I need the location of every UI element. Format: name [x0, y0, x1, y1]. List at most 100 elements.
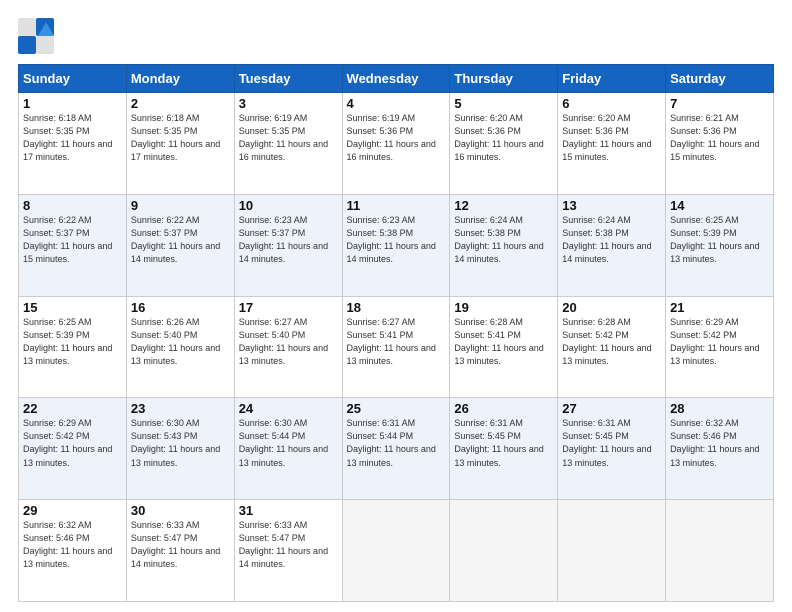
- day-info: Sunrise: 6:24 AM Sunset: 5:38 PM Dayligh…: [454, 214, 553, 266]
- day-info: Sunrise: 6:19 AM Sunset: 5:36 PM Dayligh…: [347, 112, 446, 164]
- day-number: 7: [670, 96, 769, 111]
- calendar-day-cell: 7 Sunrise: 6:21 AM Sunset: 5:36 PM Dayli…: [666, 93, 774, 195]
- calendar-table: SundayMondayTuesdayWednesdayThursdayFrid…: [18, 64, 774, 602]
- calendar-day-cell: 14 Sunrise: 6:25 AM Sunset: 5:39 PM Dayl…: [666, 194, 774, 296]
- calendar-day-cell: 26 Sunrise: 6:31 AM Sunset: 5:45 PM Dayl…: [450, 398, 558, 500]
- day-info: Sunrise: 6:23 AM Sunset: 5:38 PM Dayligh…: [347, 214, 446, 266]
- calendar-day-cell: [666, 500, 774, 602]
- calendar-day-cell: 19 Sunrise: 6:28 AM Sunset: 5:41 PM Dayl…: [450, 296, 558, 398]
- day-info: Sunrise: 6:21 AM Sunset: 5:36 PM Dayligh…: [670, 112, 769, 164]
- calendar-day-cell: 31 Sunrise: 6:33 AM Sunset: 5:47 PM Dayl…: [234, 500, 342, 602]
- day-info: Sunrise: 6:22 AM Sunset: 5:37 PM Dayligh…: [23, 214, 122, 266]
- day-info: Sunrise: 6:27 AM Sunset: 5:41 PM Dayligh…: [347, 316, 446, 368]
- calendar-day-cell: 25 Sunrise: 6:31 AM Sunset: 5:44 PM Dayl…: [342, 398, 450, 500]
- calendar-header-row: SundayMondayTuesdayWednesdayThursdayFrid…: [19, 65, 774, 93]
- day-number: 29: [23, 503, 122, 518]
- day-of-week-header: Wednesday: [342, 65, 450, 93]
- calendar-week-row: 22 Sunrise: 6:29 AM Sunset: 5:42 PM Dayl…: [19, 398, 774, 500]
- day-number: 28: [670, 401, 769, 416]
- calendar-day-cell: 27 Sunrise: 6:31 AM Sunset: 5:45 PM Dayl…: [558, 398, 666, 500]
- calendar-day-cell: 20 Sunrise: 6:28 AM Sunset: 5:42 PM Dayl…: [558, 296, 666, 398]
- day-info: Sunrise: 6:27 AM Sunset: 5:40 PM Dayligh…: [239, 316, 338, 368]
- calendar-week-row: 8 Sunrise: 6:22 AM Sunset: 5:37 PM Dayli…: [19, 194, 774, 296]
- day-number: 13: [562, 198, 661, 213]
- calendar-day-cell: [342, 500, 450, 602]
- day-number: 1: [23, 96, 122, 111]
- calendar-day-cell: 21 Sunrise: 6:29 AM Sunset: 5:42 PM Dayl…: [666, 296, 774, 398]
- day-of-week-header: Friday: [558, 65, 666, 93]
- day-of-week-header: Sunday: [19, 65, 127, 93]
- day-number: 10: [239, 198, 338, 213]
- calendar-day-cell: 30 Sunrise: 6:33 AM Sunset: 5:47 PM Dayl…: [126, 500, 234, 602]
- calendar-day-cell: 3 Sunrise: 6:19 AM Sunset: 5:35 PM Dayli…: [234, 93, 342, 195]
- day-info: Sunrise: 6:26 AM Sunset: 5:40 PM Dayligh…: [131, 316, 230, 368]
- day-info: Sunrise: 6:30 AM Sunset: 5:43 PM Dayligh…: [131, 417, 230, 469]
- day-number: 24: [239, 401, 338, 416]
- header: [18, 18, 774, 54]
- day-info: Sunrise: 6:20 AM Sunset: 5:36 PM Dayligh…: [562, 112, 661, 164]
- day-info: Sunrise: 6:33 AM Sunset: 5:47 PM Dayligh…: [131, 519, 230, 571]
- day-info: Sunrise: 6:24 AM Sunset: 5:38 PM Dayligh…: [562, 214, 661, 266]
- calendar-day-cell: 2 Sunrise: 6:18 AM Sunset: 5:35 PM Dayli…: [126, 93, 234, 195]
- day-info: Sunrise: 6:18 AM Sunset: 5:35 PM Dayligh…: [23, 112, 122, 164]
- day-number: 4: [347, 96, 446, 111]
- day-number: 27: [562, 401, 661, 416]
- day-info: Sunrise: 6:22 AM Sunset: 5:37 PM Dayligh…: [131, 214, 230, 266]
- day-of-week-header: Saturday: [666, 65, 774, 93]
- day-info: Sunrise: 6:29 AM Sunset: 5:42 PM Dayligh…: [670, 316, 769, 368]
- calendar-day-cell: 1 Sunrise: 6:18 AM Sunset: 5:35 PM Dayli…: [19, 93, 127, 195]
- day-info: Sunrise: 6:28 AM Sunset: 5:41 PM Dayligh…: [454, 316, 553, 368]
- day-number: 9: [131, 198, 230, 213]
- day-info: Sunrise: 6:31 AM Sunset: 5:44 PM Dayligh…: [347, 417, 446, 469]
- day-number: 12: [454, 198, 553, 213]
- day-info: Sunrise: 6:32 AM Sunset: 5:46 PM Dayligh…: [23, 519, 122, 571]
- calendar-day-cell: 24 Sunrise: 6:30 AM Sunset: 5:44 PM Dayl…: [234, 398, 342, 500]
- calendar-day-cell: 29 Sunrise: 6:32 AM Sunset: 5:46 PM Dayl…: [19, 500, 127, 602]
- calendar-day-cell: 15 Sunrise: 6:25 AM Sunset: 5:39 PM Dayl…: [19, 296, 127, 398]
- calendar-day-cell: [450, 500, 558, 602]
- day-info: Sunrise: 6:30 AM Sunset: 5:44 PM Dayligh…: [239, 417, 338, 469]
- calendar-week-row: 1 Sunrise: 6:18 AM Sunset: 5:35 PM Dayli…: [19, 93, 774, 195]
- day-number: 14: [670, 198, 769, 213]
- calendar-day-cell: [558, 500, 666, 602]
- day-number: 19: [454, 300, 553, 315]
- calendar-day-cell: 6 Sunrise: 6:20 AM Sunset: 5:36 PM Dayli…: [558, 93, 666, 195]
- calendar-day-cell: 16 Sunrise: 6:26 AM Sunset: 5:40 PM Dayl…: [126, 296, 234, 398]
- day-number: 15: [23, 300, 122, 315]
- day-info: Sunrise: 6:28 AM Sunset: 5:42 PM Dayligh…: [562, 316, 661, 368]
- day-info: Sunrise: 6:23 AM Sunset: 5:37 PM Dayligh…: [239, 214, 338, 266]
- day-info: Sunrise: 6:29 AM Sunset: 5:42 PM Dayligh…: [23, 417, 122, 469]
- day-number: 22: [23, 401, 122, 416]
- day-info: Sunrise: 6:33 AM Sunset: 5:47 PM Dayligh…: [239, 519, 338, 571]
- day-info: Sunrise: 6:32 AM Sunset: 5:46 PM Dayligh…: [670, 417, 769, 469]
- page: SundayMondayTuesdayWednesdayThursdayFrid…: [0, 0, 792, 612]
- day-number: 20: [562, 300, 661, 315]
- calendar-day-cell: 12 Sunrise: 6:24 AM Sunset: 5:38 PM Dayl…: [450, 194, 558, 296]
- day-number: 17: [239, 300, 338, 315]
- day-number: 3: [239, 96, 338, 111]
- day-info: Sunrise: 6:19 AM Sunset: 5:35 PM Dayligh…: [239, 112, 338, 164]
- day-number: 31: [239, 503, 338, 518]
- day-number: 30: [131, 503, 230, 518]
- day-info: Sunrise: 6:31 AM Sunset: 5:45 PM Dayligh…: [562, 417, 661, 469]
- day-number: 2: [131, 96, 230, 111]
- day-info: Sunrise: 6:25 AM Sunset: 5:39 PM Dayligh…: [23, 316, 122, 368]
- calendar-week-row: 29 Sunrise: 6:32 AM Sunset: 5:46 PM Dayl…: [19, 500, 774, 602]
- day-number: 11: [347, 198, 446, 213]
- day-number: 26: [454, 401, 553, 416]
- day-number: 6: [562, 96, 661, 111]
- day-number: 5: [454, 96, 553, 111]
- calendar-day-cell: 13 Sunrise: 6:24 AM Sunset: 5:38 PM Dayl…: [558, 194, 666, 296]
- logo: [18, 18, 56, 54]
- calendar-day-cell: 8 Sunrise: 6:22 AM Sunset: 5:37 PM Dayli…: [19, 194, 127, 296]
- day-of-week-header: Monday: [126, 65, 234, 93]
- calendar-day-cell: 11 Sunrise: 6:23 AM Sunset: 5:38 PM Dayl…: [342, 194, 450, 296]
- calendar-day-cell: 23 Sunrise: 6:30 AM Sunset: 5:43 PM Dayl…: [126, 398, 234, 500]
- day-number: 16: [131, 300, 230, 315]
- day-of-week-header: Tuesday: [234, 65, 342, 93]
- calendar-day-cell: 10 Sunrise: 6:23 AM Sunset: 5:37 PM Dayl…: [234, 194, 342, 296]
- calendar-day-cell: 5 Sunrise: 6:20 AM Sunset: 5:36 PM Dayli…: [450, 93, 558, 195]
- calendar-day-cell: 4 Sunrise: 6:19 AM Sunset: 5:36 PM Dayli…: [342, 93, 450, 195]
- day-info: Sunrise: 6:31 AM Sunset: 5:45 PM Dayligh…: [454, 417, 553, 469]
- calendar-day-cell: 18 Sunrise: 6:27 AM Sunset: 5:41 PM Dayl…: [342, 296, 450, 398]
